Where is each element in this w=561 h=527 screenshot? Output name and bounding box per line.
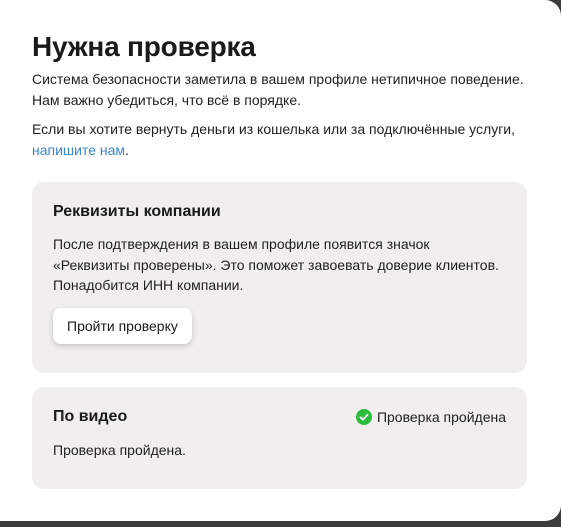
start-verification-button[interactable]: Пройти проверку — [53, 307, 192, 344]
verification-modal: Нужна проверка Система безопасности заме… — [0, 0, 561, 521]
video-verification-text: Проверка пройдена. — [53, 442, 186, 458]
refund-notice-suffix: . — [125, 142, 129, 158]
refund-notice-prefix: Если вы хотите вернуть деньги из кошельк… — [32, 121, 516, 137]
video-verification-card: По видео Проверка пройдена Проверка прой… — [32, 387, 527, 489]
security-notice-text: Система безопасности заметила в вашем пр… — [32, 71, 524, 108]
video-verification-title: По видео — [53, 408, 128, 425]
contact-us-link[interactable]: напишите нам — [32, 142, 125, 158]
company-details-card: Реквизиты компании После подтверждения в… — [32, 182, 527, 373]
page-title: Нужна проверка — [32, 31, 256, 62]
company-details-text: После подтверждения в вашем профиле появ… — [53, 236, 499, 293]
video-card-header: По видео Проверка пройдена — [53, 407, 506, 427]
verification-status: Проверка пройдена — [355, 409, 506, 425]
refund-notice-text: Если вы хотите вернуть деньги из кошельк… — [32, 119, 527, 161]
company-details-title: Реквизиты компании — [53, 203, 221, 220]
verification-status-label: Проверка пройдена — [376, 409, 506, 425]
check-circle-icon — [355, 409, 372, 425]
